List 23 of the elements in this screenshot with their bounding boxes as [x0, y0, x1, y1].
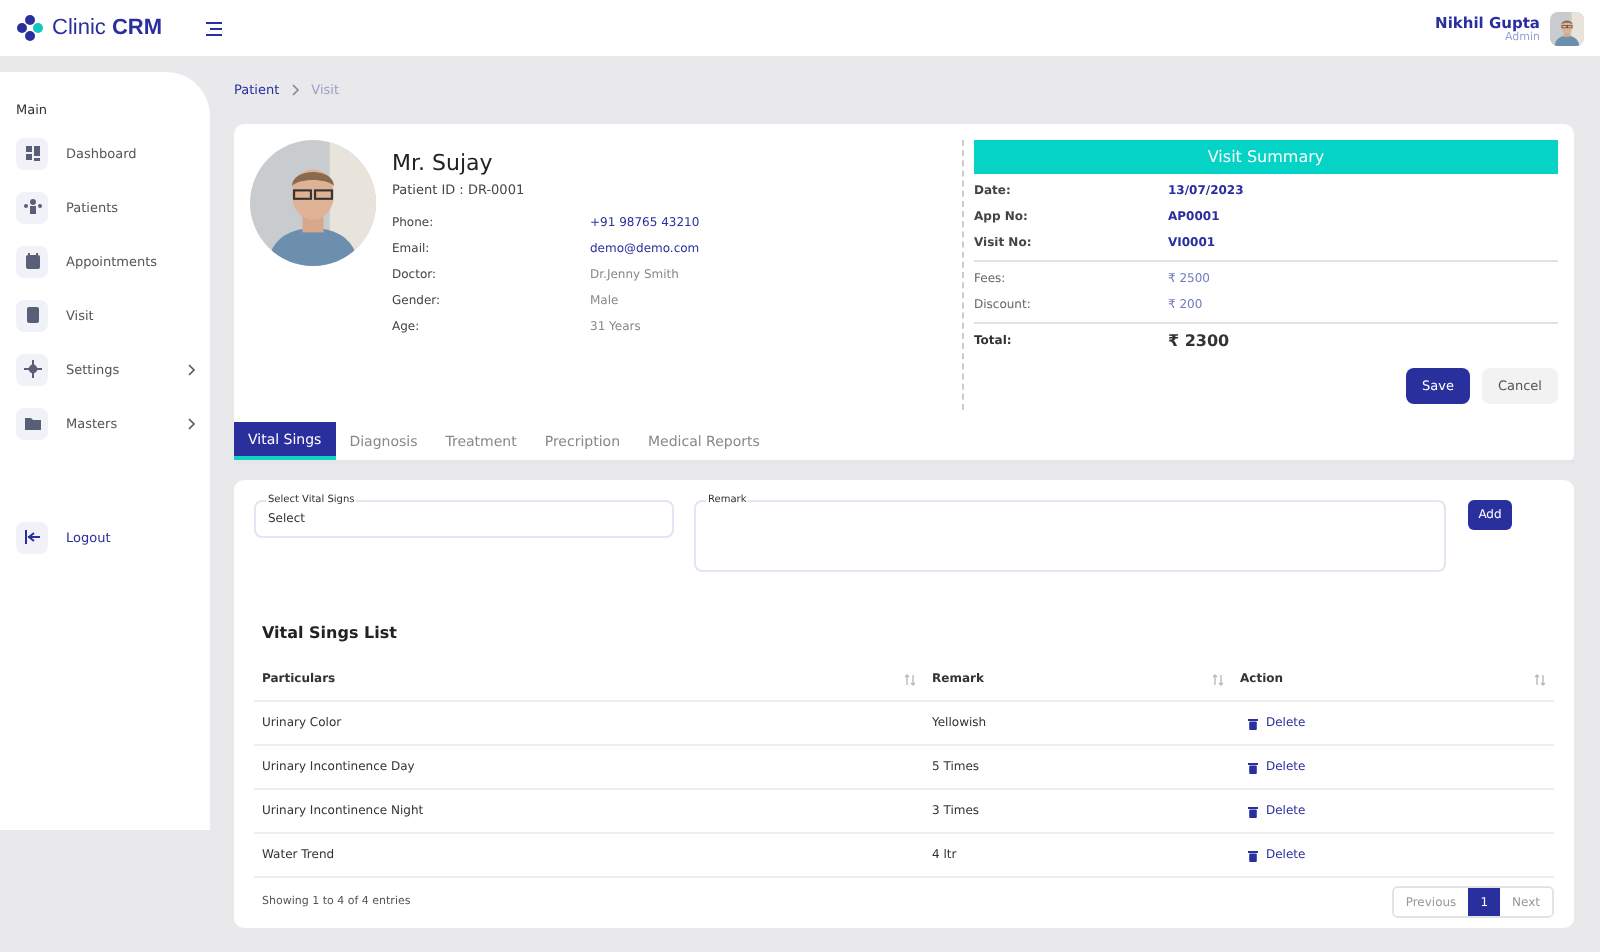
patients-icon: [16, 191, 48, 223]
folder-icon: [16, 407, 48, 439]
menu-icon[interactable]: [206, 21, 223, 35]
chevron-icon: [291, 84, 300, 96]
logo-icon: [16, 14, 44, 42]
summary-value: ₹ 2300: [1168, 332, 1232, 350]
summary-title: Visit Summary: [974, 140, 1558, 174]
sort-icon[interactable]: [904, 673, 916, 685]
dashboard-icon: [16, 137, 48, 169]
brand-name: Clinic CRM: [52, 16, 163, 40]
trash-icon: [1248, 849, 1258, 861]
chevron-icon: [188, 417, 196, 429]
patient-name: Mr. Sujay: [392, 150, 493, 176]
trash-icon: [1248, 805, 1258, 817]
logout-icon: [16, 521, 48, 553]
calendar-icon: [16, 245, 48, 277]
settings-icon: [16, 353, 48, 385]
table-title: Vital Sings List: [262, 624, 397, 642]
sort-icon[interactable]: [1212, 673, 1224, 685]
trash-icon: [1248, 717, 1258, 729]
trash-icon: [1248, 761, 1258, 773]
sort-icon[interactable]: [1534, 673, 1546, 685]
chevron-icon: [188, 363, 196, 375]
